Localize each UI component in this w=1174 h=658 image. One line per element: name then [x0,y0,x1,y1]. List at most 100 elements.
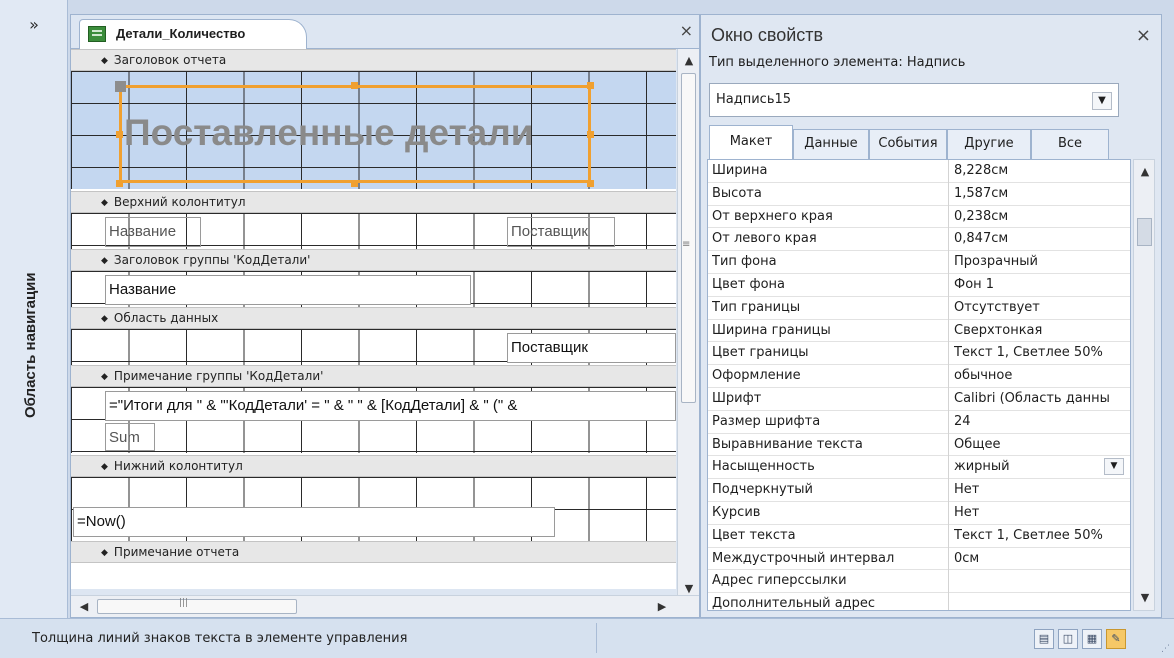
property-name: От верхнего края [712,208,833,224]
canvas-horizontal-scrollbar[interactable]: ◀ ||| ▶ [71,595,699,617]
resize-handle-right[interactable] [587,131,594,138]
tab-layout[interactable]: Макет [709,125,793,159]
property-row[interactable]: Цвет границы Текст 1, Светлее 50% [708,342,1130,366]
scroll-up-icon[interactable]: ▲ [1134,162,1156,182]
property-value[interactable]: Текст 1, Светлее 50% [954,345,1124,360]
resize-handle-top-right[interactable] [587,82,594,89]
resize-handle-bottom-right[interactable] [587,180,594,187]
property-row[interactable]: Тип границы Отсутствует [708,296,1130,320]
column-divider [948,160,949,183]
chevron-down-icon[interactable]: ▼ [1092,92,1112,110]
resize-handle-bottom[interactable] [351,180,358,187]
chevron-down-icon[interactable]: ▼ [1104,458,1124,476]
property-row[interactable]: Шрифт Calibri (Область данны [708,388,1130,411]
property-row[interactable]: Насыщенность жирный ▼ [708,456,1130,480]
property-value[interactable]: 0см [954,551,1124,566]
property-row[interactable]: Оформление обычное [708,365,1130,388]
property-value[interactable]: Фон 1 [954,277,1124,292]
collapse-nav-button[interactable]: » [0,8,68,42]
property-row[interactable]: От левого края 0,847см [708,228,1130,252]
column-divider [948,456,949,480]
selection-type: Тип выделенного элемента: Надпись [709,55,966,70]
property-value[interactable]: Прозрачный [954,254,1124,269]
group-footer-summary-expression[interactable]: ="Итоги для " & "'КодДетали' = " & " " &… [105,391,676,421]
document-tab[interactable]: Детали_Количество [79,19,307,49]
band-report-header[interactable]: Заголовок отчета [71,49,676,71]
property-row[interactable]: Высота 1,587см [708,182,1130,206]
property-value[interactable]: Calibri (Область данны [954,391,1124,406]
tab-other[interactable]: Другие [947,129,1031,159]
tab-events[interactable]: События [869,129,947,159]
property-value[interactable]: 1,587см [954,186,1124,201]
property-value[interactable]: Нет [954,482,1124,497]
scroll-thumb[interactable] [681,73,696,403]
resize-handle-bottom-left[interactable] [116,180,123,187]
property-value[interactable]: 0,847см [954,231,1124,246]
move-handle[interactable] [115,81,126,92]
property-row[interactable]: Адрес гиперссылки [708,570,1130,594]
band-report-footer[interactable]: Примечание отчета [71,541,676,563]
scroll-thumb[interactable] [1137,218,1152,246]
scroll-thumb[interactable] [97,599,297,614]
close-document-icon[interactable]: × [680,21,693,40]
report-view-icon[interactable]: ▤ [1034,629,1054,649]
property-row[interactable]: Ширина 8,228см [708,160,1130,183]
property-row[interactable]: Ширина границы Сверхтонкая [708,319,1130,343]
property-row[interactable]: Выравнивание текста Общее [708,433,1130,457]
design-canvas: Заголовок отчета Поставленные детали Вер… [71,49,676,589]
property-value[interactable]: Сверхтонкая [954,323,1124,338]
band-label: Верхний колонтитул [101,195,246,209]
property-row[interactable]: Дополнительный адрес [708,593,1130,610]
page-header-supplier-label[interactable]: Поставщик [507,217,615,247]
tab-data[interactable]: Данные [793,129,869,159]
group-footer-sum-label[interactable]: Sum [105,423,155,451]
page-header-name-label[interactable]: Название [105,217,201,247]
report-footer-area[interactable] [71,563,676,589]
band-page-footer[interactable]: Нижний колонтитул [71,455,676,477]
property-value[interactable]: обычное [954,368,1124,383]
scroll-down-icon[interactable]: ▼ [1134,588,1156,608]
canvas-vertical-scrollbar[interactable]: ▲ ≡ ▼ [677,49,699,601]
property-value[interactable]: Нет [954,505,1124,520]
band-group-footer[interactable]: Примечание группы 'КодДетали' [71,365,676,387]
property-tabs: Макет Данные События Другие Все [707,125,1157,159]
column-divider [948,251,949,274]
property-value[interactable]: Текст 1, Светлее 50% [954,528,1124,543]
resize-handle-top[interactable] [351,82,358,89]
report-title-label[interactable]: Поставленные детали [119,85,591,183]
close-property-sheet-icon[interactable]: × [1136,25,1151,46]
property-value[interactable]: 8,228см [954,163,1124,178]
property-value[interactable]: Общее [954,437,1124,452]
property-grid-scrollbar[interactable]: ▲ ▼ [1133,159,1155,611]
scroll-left-icon[interactable]: ◀ [73,596,95,618]
band-page-header[interactable]: Верхний колонтитул [71,191,676,213]
property-value[interactable]: 0,238см [954,209,1124,224]
property-name: Насыщенность [712,459,815,475]
scroll-up-icon[interactable]: ▲ [678,51,700,71]
property-row[interactable]: От верхнего края 0,238см [708,205,1130,229]
design-view-icon[interactable]: ✎ [1106,629,1126,649]
property-row[interactable]: Тип фона Прозрачный [708,251,1130,274]
property-value[interactable]: Отсутствует [954,300,1124,315]
page-footer-now-field[interactable]: =Now() [73,507,555,537]
property-row[interactable]: Междустрочный интервал 0см [708,547,1130,571]
scroll-right-icon[interactable]: ▶ [651,596,673,618]
navigation-pane-title[interactable]: Область навигации [22,130,46,560]
band-detail[interactable]: Область данных [71,307,676,329]
group-header-name-field[interactable]: Название [105,275,471,305]
band-group-header[interactable]: Заголовок группы 'КодДетали' [71,249,676,271]
column-divider [948,547,949,571]
property-row[interactable]: Размер шрифта 24 [708,410,1130,434]
property-value[interactable]: 24 [954,414,1124,429]
property-row[interactable]: Курсив Нет [708,502,1130,525]
property-row[interactable]: Подчеркнутый Нет [708,479,1130,502]
selected-object-combobox[interactable]: Надпись15 ▼ [709,83,1119,117]
resize-handle-left[interactable] [116,131,123,138]
property-value[interactable]: жирный [954,459,1124,474]
property-row[interactable]: Цвет текста Текст 1, Светлее 50% [708,524,1130,548]
print-preview-icon[interactable]: ◫ [1058,629,1078,649]
detail-supplier-field[interactable]: Поставщик [507,333,676,363]
layout-view-icon[interactable]: ▦ [1082,629,1102,649]
tab-all[interactable]: Все [1031,129,1109,159]
property-row[interactable]: Цвет фона Фон 1 [708,274,1130,297]
